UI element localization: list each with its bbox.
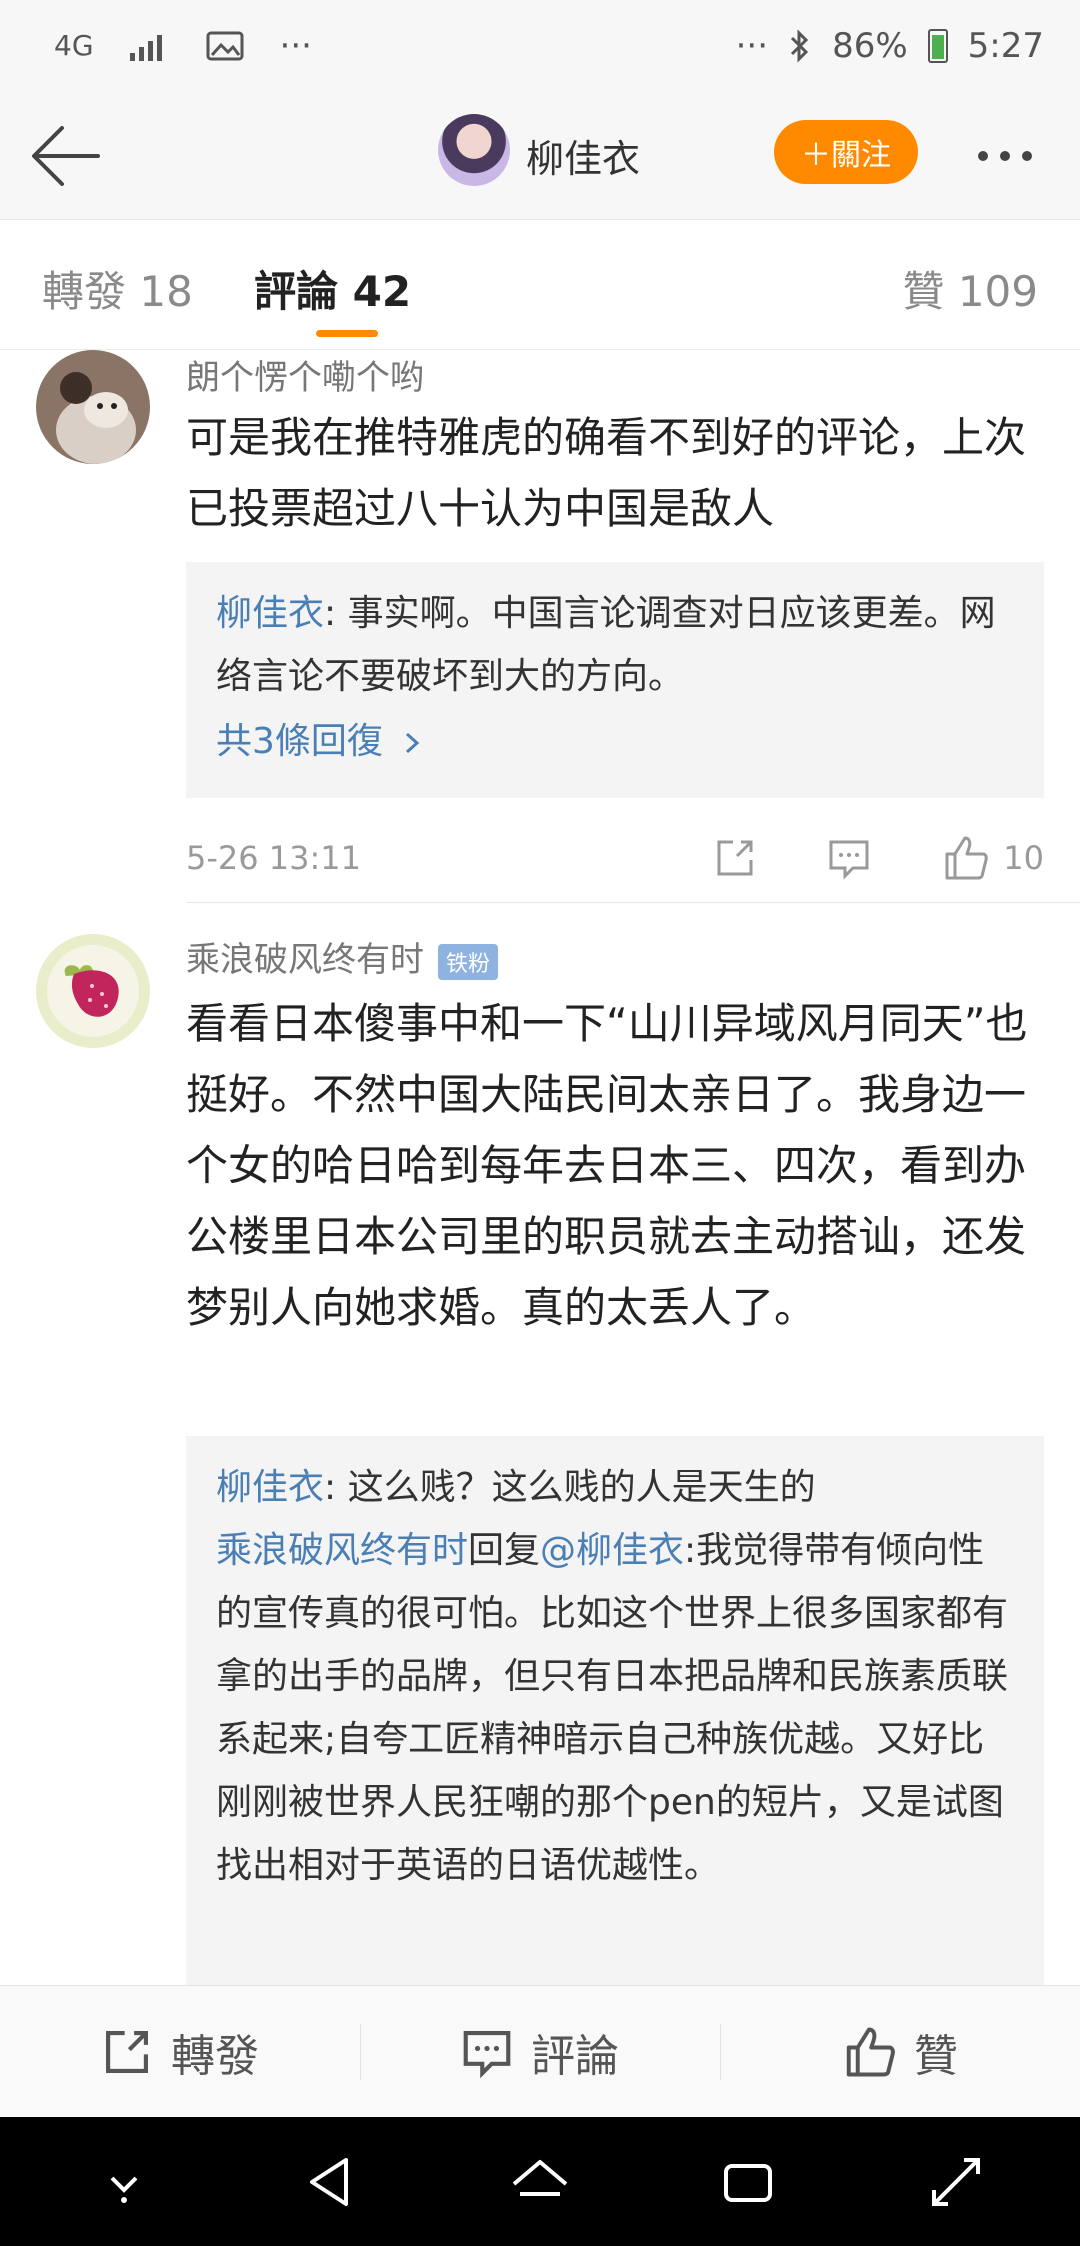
reply-comment-icon[interactable]: [827, 836, 871, 880]
home-icon[interactable]: [508, 2150, 572, 2214]
back-arrow-icon[interactable]: [28, 118, 104, 194]
status-bar: 4G ··· ··· 86% 5:27: [0, 0, 1080, 92]
commenter-name[interactable]: 乘浪破风终有时: [186, 940, 424, 980]
comment-button[interactable]: 評論: [360, 1986, 720, 2117]
more-options-icon[interactable]: [978, 136, 1048, 176]
chevron-right-icon: [406, 732, 420, 754]
weibo-comments-page: 4G ··· ··· 86% 5:27 柳佳衣 ＋關注 轉發 18 評論 42 …: [0, 0, 1080, 2246]
view-all-replies-label: 共3條回復: [216, 721, 383, 762]
reply-author[interactable]: 柳佳衣: [216, 1467, 324, 1508]
back-icon[interactable]: [300, 2150, 364, 2214]
signal-icon: [129, 35, 162, 61]
commenter-name[interactable]: 朗个愣个嘞个哟: [186, 350, 424, 399]
repost-label: 轉發: [171, 2030, 259, 2082]
comment-text: 看看日本傻事中和一下“山川异域风月同天”也挺好。不然中国大陆民间太亲日了。我身边…: [186, 999, 1028, 1332]
thumbs-up-icon: [945, 836, 989, 880]
tab-reposts[interactable]: 轉發 18: [42, 258, 193, 319]
system-nav-bar: [0, 2117, 1080, 2246]
comment-meta: 5-26 13:11 10: [186, 828, 1044, 888]
like-count: 10: [1003, 839, 1044, 877]
strawberry-icon: [36, 934, 150, 1048]
reply-author[interactable]: 柳佳衣: [216, 593, 324, 634]
follow-label: ＋關注: [801, 138, 891, 173]
gallery-icon: [206, 31, 244, 61]
tab-comments[interactable]: 評論 42: [254, 258, 411, 319]
reply-mention[interactable]: @柳佳衣: [540, 1530, 684, 1571]
dog-photo-icon: [36, 350, 150, 464]
commenter-avatar[interactable]: [36, 350, 150, 464]
app-header: 柳佳衣 ＋關注: [0, 92, 1080, 220]
comment-icon: [463, 2030, 511, 2078]
commenter-avatar[interactable]: [36, 934, 150, 1048]
thumbs-up-icon: [846, 2027, 895, 2076]
reply-author[interactable]: 乘浪破风终有时: [216, 1530, 468, 1571]
view-all-replies-link[interactable]: 共3條回復: [216, 714, 1014, 770]
comment-text: 可是我在推特雅虎的确看不到好的评论，上次已投票超过八十认为中国是敌人: [186, 413, 1027, 533]
reply-mid: 回复: [468, 1530, 541, 1571]
page-title: 柳佳衣: [526, 137, 641, 181]
reply-text: :我觉得带有倾向性的宣传真的很可怕。比如这个世界上很多国家都有拿的出手的品牌，但…: [216, 1530, 1009, 1886]
reply-preview[interactable]: 柳佳衣: 这么贱？这么贱的人是天生的 乘浪破风终有时回复@柳佳衣:我觉得带有倾向…: [186, 1436, 1044, 1996]
reply-line: 乘浪破风终有时回复@柳佳衣:我觉得带有倾向性的宣传真的很可怕。比如这个世界上很多…: [216, 1519, 1014, 1897]
reply-line: 柳佳衣: 事实啊。中国言论调查对日应该更差。网络言论不要破坏到大的方向。: [216, 582, 1014, 708]
follow-button[interactable]: ＋關注: [774, 120, 918, 184]
active-tab-indicator: [316, 330, 378, 337]
clock: 5:27: [967, 26, 1044, 66]
repost-button[interactable]: 轉發: [0, 1986, 360, 2117]
bluetooth-icon: [791, 29, 809, 63]
recent-apps-icon[interactable]: [716, 2150, 780, 2214]
comment-time: 5-26 13:11: [186, 839, 362, 877]
reply-text: : 这么贱？这么贱的人是天生的: [324, 1467, 816, 1508]
bottom-action-bar: 轉發 評論 贊: [0, 1985, 1080, 2117]
hide-keyboard-icon[interactable]: [92, 2150, 156, 2214]
tab-likes[interactable]: 贊 109: [902, 258, 1038, 319]
battery-icon: [927, 29, 948, 63]
like-post-button[interactable]: 贊: [720, 1986, 1080, 2117]
reply-text: : 事实啊。中国言论调查对日应该更差。网络言论不要破坏到大的方向。: [216, 593, 996, 697]
reply-preview[interactable]: 柳佳衣: 事实啊。中国言论调查对日应该更差。网络言论不要破坏到大的方向。 共3條…: [186, 562, 1044, 798]
battery-percent: 86%: [832, 26, 908, 66]
commenter-name-row: 乘浪破风终有时 铁粉: [186, 932, 499, 981]
comment-divider: [186, 902, 1080, 903]
share-icon[interactable]: [713, 836, 757, 880]
author-avatar[interactable]: [438, 114, 510, 186]
like-button[interactable]: 10: [941, 834, 1044, 882]
more-notifications: ···: [279, 26, 312, 66]
detail-tabs: 轉發 18 評論 42 贊 109: [0, 220, 1080, 350]
fan-badge: 铁粉: [438, 943, 499, 980]
network-type: 4G: [54, 29, 94, 62]
more-status-icons: ···: [735, 26, 769, 66]
like-label: 贊: [914, 2030, 958, 2082]
comment-label: 評論: [531, 2030, 619, 2082]
expand-icon[interactable]: [924, 2150, 988, 2214]
share-icon: [106, 2030, 148, 2073]
reply-line: 柳佳衣: 这么贱？这么贱的人是天生的: [216, 1456, 1014, 1519]
